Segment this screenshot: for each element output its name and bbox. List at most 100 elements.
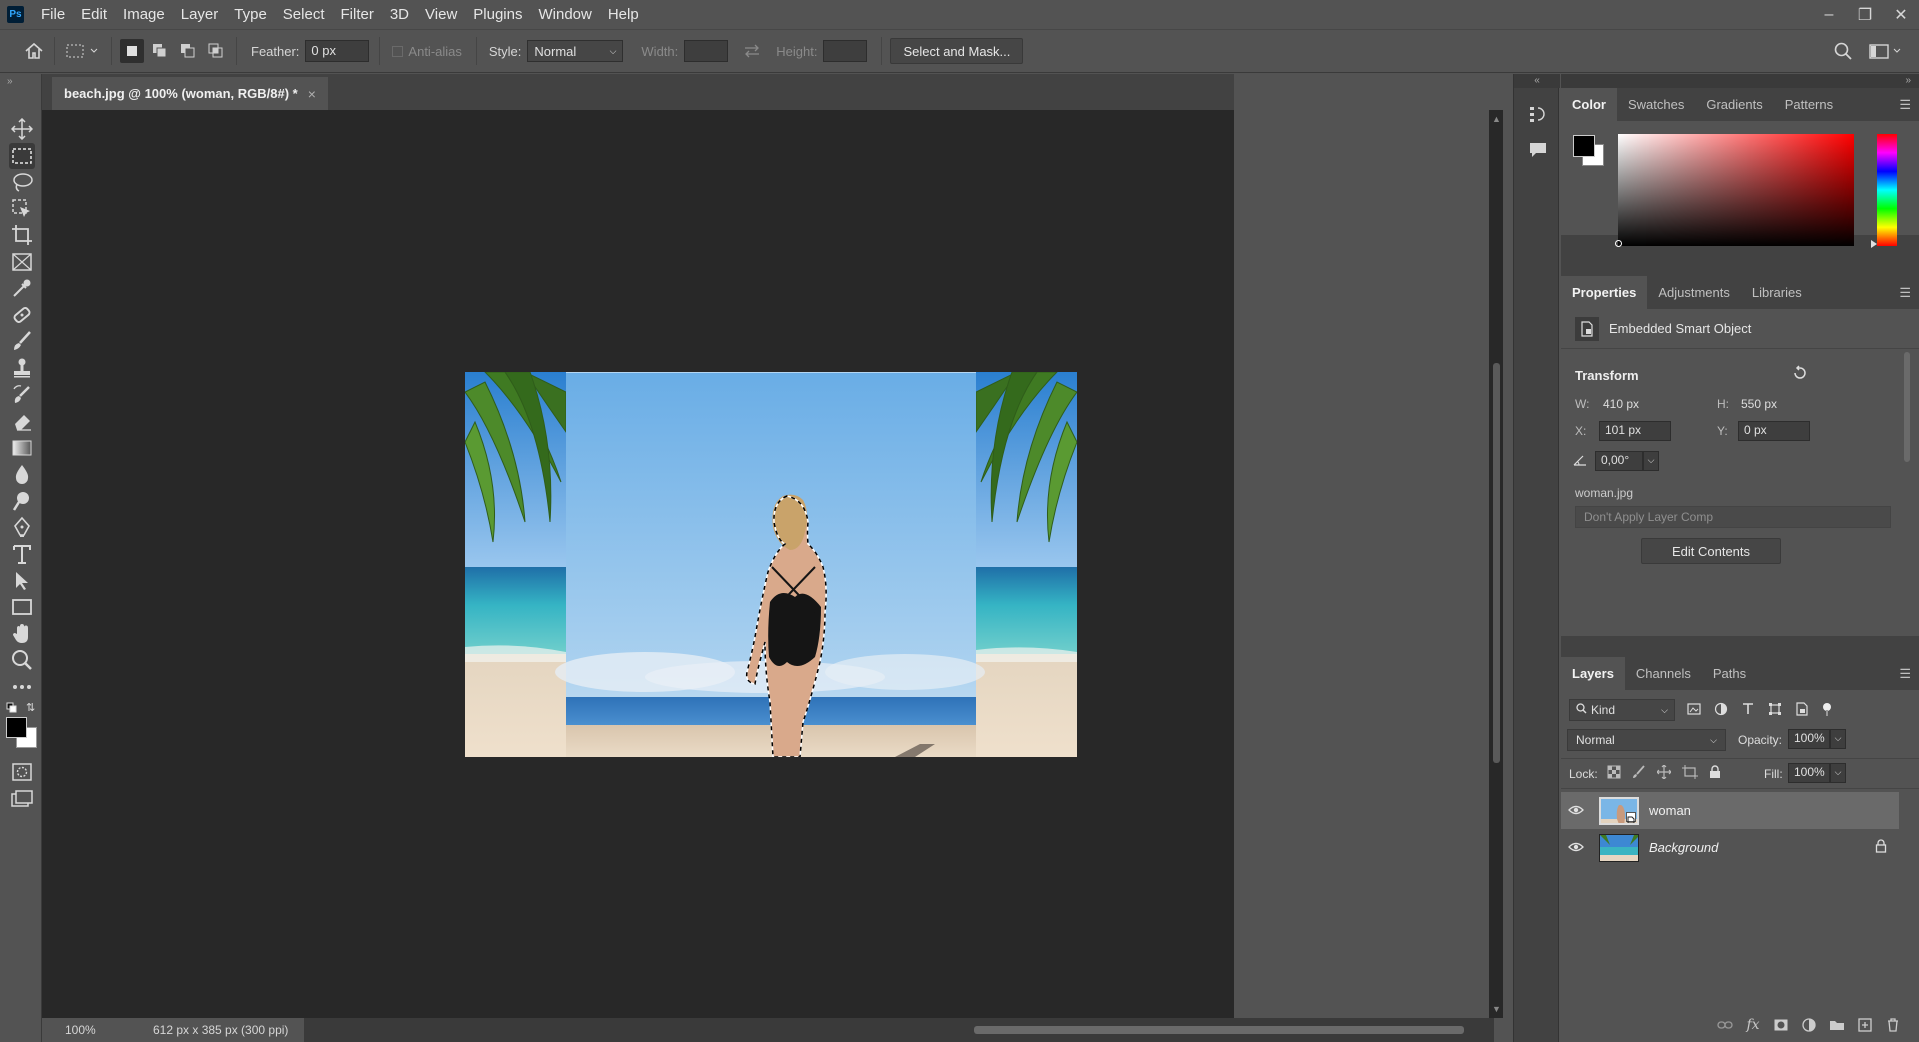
default-colors-icon[interactable] [6,702,18,717]
minimize-button[interactable]: – [1811,0,1847,29]
filter-pixel-icon[interactable] [1687,702,1701,719]
tab-layers[interactable]: Layers [1561,657,1625,690]
tab-channels[interactable]: Channels [1625,657,1702,690]
workspace-icon[interactable] [1866,39,1906,63]
zoom-tool-icon[interactable] [9,647,35,673]
menu-image[interactable]: Image [115,0,173,29]
move-tool-icon[interactable] [9,116,35,142]
restore-button[interactable]: ❐ [1847,0,1883,29]
fill-field[interactable]: 100% [1788,763,1830,783]
menu-plugins[interactable]: Plugins [465,0,530,29]
expand-panels-icon[interactable]: » [1561,74,1919,88]
filter-type-icon[interactable] [1741,702,1755,719]
color-picker-marker[interactable] [1615,240,1622,247]
link-layers-icon[interactable] [1711,1020,1739,1030]
menu-edit[interactable]: Edit [73,0,115,29]
lock-pixels-icon[interactable] [1632,765,1646,782]
filter-adjustment-icon[interactable] [1714,702,1728,719]
blur-tool-icon[interactable] [9,461,35,487]
edit-contents-button[interactable]: Edit Contents [1641,538,1781,564]
rectangle-tool-icon[interactable] [9,594,35,620]
document-tab[interactable]: beach.jpg @ 100% (woman, RGB/8#) * × [52,77,328,110]
object-selection-tool-icon[interactable] [9,196,35,222]
panel-menu-icon[interactable]: ☰ [1899,97,1911,113]
opacity-dropdown-icon[interactable]: ⌵ [1830,729,1846,749]
horizontal-scrollbar[interactable] [304,1018,1494,1042]
delete-layer-icon[interactable] [1879,1018,1907,1032]
home-icon[interactable] [22,39,46,63]
width-input[interactable] [684,40,729,62]
panel-menu-icon[interactable]: ☰ [1899,285,1911,301]
eraser-tool-icon[interactable] [9,408,35,434]
brush-tool-icon[interactable] [9,328,35,354]
menu-3d[interactable]: 3D [382,0,417,29]
pen-tool-icon[interactable] [9,514,35,540]
lock-position-icon[interactable] [1656,764,1672,782]
type-tool-icon[interactable] [9,541,35,567]
menu-view[interactable]: View [417,0,465,29]
foreground-color-swatch[interactable] [6,717,27,738]
height-value[interactable]: 550 px [1741,397,1777,411]
swap-colors-icon[interactable]: ⇅ [26,701,35,714]
visibility-eye-icon[interactable] [1561,804,1591,818]
collapse-dock-icon[interactable]: « [1514,74,1560,88]
antialias-checkbox[interactable] [392,45,404,57]
layer-lock-icon[interactable] [1875,839,1887,856]
marquee-preset-icon[interactable] [63,39,103,63]
menu-window[interactable]: Window [530,0,599,29]
layer-name[interactable]: Background [1649,840,1718,855]
height-input[interactable] [823,40,868,62]
new-layer-icon[interactable] [1851,1018,1879,1032]
scroll-down-icon[interactable]: ▼ [1492,1004,1501,1014]
tab-gradients[interactable]: Gradients [1695,88,1773,121]
menu-help[interactable]: Help [600,0,647,29]
document-info[interactable]: 612 px x 385 px (300 ppi) [153,1023,288,1037]
path-selection-tool-icon[interactable] [9,568,35,594]
healing-brush-tool-icon[interactable] [9,302,35,328]
horizontal-scroll-thumb[interactable] [974,1026,1464,1034]
gradient-tool-icon[interactable] [9,435,35,461]
quick-mask-icon[interactable] [9,759,35,785]
filter-shape-icon[interactable] [1768,702,1782,719]
search-icon[interactable] [1831,39,1855,63]
menu-file[interactable]: File [33,0,73,29]
menu-filter[interactable]: Filter [333,0,382,29]
new-adjustment-layer-icon[interactable] [1795,1018,1823,1032]
dodge-tool-icon[interactable] [9,488,35,514]
layer-comp-select[interactable]: Don't Apply Layer Comp [1575,506,1891,528]
filter-smart-object-icon[interactable] [1795,702,1809,719]
tab-libraries[interactable]: Libraries [1741,276,1813,309]
angle-dropdown-icon[interactable]: ⌵ [1643,451,1659,471]
panel-menu-icon[interactable]: ☰ [1899,666,1911,682]
frame-tool-icon[interactable] [9,249,35,275]
lock-transparent-icon[interactable] [1607,765,1621,782]
clone-stamp-tool-icon[interactable] [9,355,35,381]
reset-transform-icon[interactable] [1791,365,1809,384]
screen-mode-icon[interactable] [9,786,35,812]
lock-artboard-icon[interactable] [1682,765,1698,782]
width-value[interactable]: 410 px [1603,397,1639,411]
document-canvas-image[interactable] [465,372,1077,757]
rectangular-marquee-tool-icon[interactable] [9,143,35,169]
vertical-scrollbar[interactable]: ▲ ▼ [1489,110,1503,1018]
menu-layer[interactable]: Layer [173,0,227,29]
layer-row-woman[interactable]: woman [1561,792,1899,829]
swap-dimensions-icon[interactable] [740,39,764,63]
feather-input[interactable]: 0 px [305,40,370,62]
menu-select[interactable]: Select [275,0,333,29]
add-selection-icon[interactable] [148,39,172,63]
style-select[interactable]: Normal ⌵ [527,40,624,62]
angle-field[interactable]: 0,00° [1595,451,1643,471]
tab-color[interactable]: Color [1561,88,1617,121]
opacity-field[interactable]: 100% [1788,729,1830,749]
history-brush-tool-icon[interactable] [9,382,35,408]
collapse-toolbar-icon[interactable]: » [7,76,13,87]
x-position-field[interactable]: 101 px [1599,421,1671,441]
new-group-icon[interactable] [1823,1019,1851,1031]
tab-adjustments[interactable]: Adjustments [1647,276,1741,309]
color-field[interactable] [1618,134,1854,246]
zoom-level[interactable]: 100% [42,1023,102,1037]
eyedropper-tool-icon[interactable] [9,275,35,301]
properties-scrollbar[interactable] [1902,334,1912,624]
blend-mode-select[interactable]: Normal ⌵ [1567,729,1726,751]
